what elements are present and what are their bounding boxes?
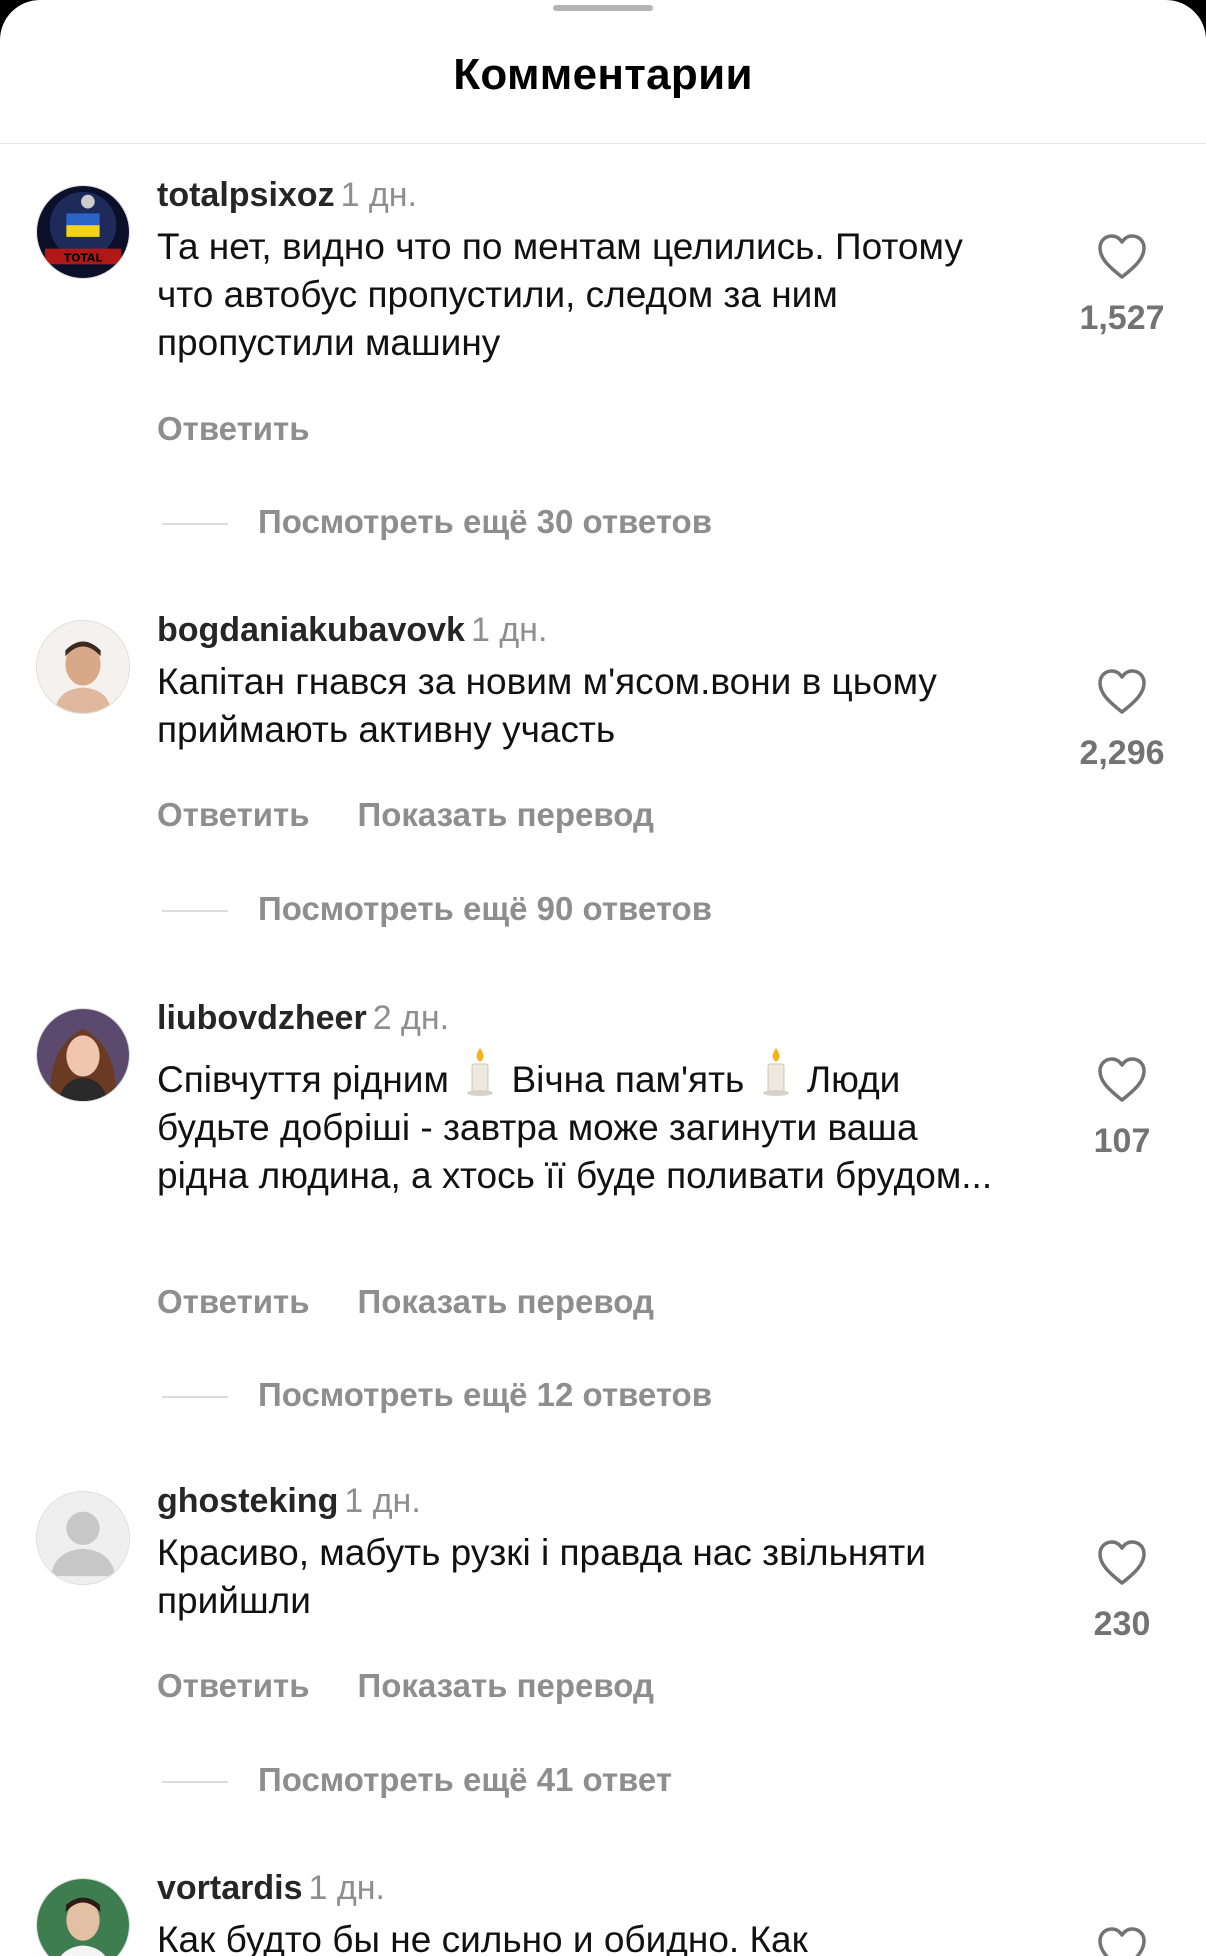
heart-icon[interactable] [1096,1926,1148,1956]
username[interactable]: liubovdzheer [157,999,367,1037]
view-replies-button[interactable]: Посмотреть ещё 41 ответ [162,1761,672,1799]
comments-sheet: Комментарии TOTAL totalpsixoz 1 дн. Та не… [0,0,1206,1956]
like-area: 2,296 [1062,668,1182,773]
view-replies-label: Посмотреть ещё 30 ответов [258,503,712,540]
heart-icon[interactable] [1096,668,1148,716]
translate-button[interactable]: Показать перевод [358,1283,654,1320]
avatar[interactable]: TOTAL [36,185,130,279]
comment-text: Співчуття рідним Вічна пам'ять Люди будь… [157,1046,1007,1200]
avatar[interactable] [36,1491,130,1585]
avatar[interactable] [36,1878,130,1956]
timestamp: 1 дн. [340,176,417,214]
view-replies-label: Посмотреть ещё 41 ответ [258,1761,672,1798]
comment-meta: bogdaniakubavovk 1 дн. [157,608,547,652]
replies-line [162,910,228,913]
comment-meta: ghosteking 1 дн. [157,1479,421,1523]
comment-meta: vortardis 1 дн. [157,1866,385,1910]
replies-line [162,1396,228,1399]
like-area: 107 [1062,1056,1182,1161]
replies-line [162,1781,228,1784]
candle-icon [467,1048,494,1096]
comment-meta: liubovdzheer 2 дн. [157,996,449,1040]
comment-actions: Ответить Показать перевод [157,1667,702,1705]
comment-text-part: Співчуття рідним [157,1059,449,1100]
replies-line [162,523,228,526]
comment-actions: Ответить Показать перевод [157,796,702,834]
like-count: 230 [1093,1605,1151,1643]
comment-actions: Ответить Показать перевод [157,1283,702,1321]
view-replies-button[interactable]: Посмотреть ещё 12 ответов [162,1376,712,1414]
candle-icon [762,1048,789,1096]
like-area: 230 [1062,1539,1182,1644]
heart-icon[interactable] [1096,1539,1148,1587]
timestamp: 1 дн. [470,611,548,649]
comment-text-part: Вічна пам'ять [511,1059,745,1100]
view-replies-label: Посмотреть ещё 12 ответов [258,1376,712,1413]
comment-actions: Ответить [157,410,358,448]
like-area: 1,527 [1062,233,1182,338]
comment-meta: totalpsixoz 1 дн. [157,173,417,217]
username[interactable]: ghosteking [157,1482,338,1520]
heart-icon[interactable] [1096,233,1148,281]
reply-button[interactable]: Ответить [157,1283,310,1320]
like-area [1062,1926,1182,1956]
like-count: 107 [1093,1122,1151,1160]
reply-button[interactable]: Ответить [157,1667,310,1704]
translate-button[interactable]: Показать перевод [358,796,654,833]
comment-text: Красиво, мабуть рузкі і правда нас звіль… [157,1532,926,1621]
view-replies-button[interactable]: Посмотреть ещё 90 ответов [162,890,712,928]
header-divider [0,143,1206,144]
view-replies-label: Посмотреть ещё 90 ответов [258,890,712,927]
username[interactable]: totalpsixoz [157,176,335,214]
heart-icon[interactable] [1096,1056,1148,1104]
avatar[interactable] [36,1008,130,1102]
like-count: 2,296 [1079,734,1165,772]
username[interactable]: vortardis [157,1869,303,1907]
timestamp: 1 дн. [308,1869,385,1907]
username[interactable]: bogdaniakubavovk [157,611,465,649]
timestamp: 1 дн. [344,1482,421,1520]
drag-handle[interactable] [553,5,653,11]
comment-text: Та нет, видно что по ментам целились. По… [157,226,963,363]
svg-text:TOTAL: TOTAL [64,251,102,264]
page-title: Комментарии [453,50,753,99]
view-replies-button[interactable]: Посмотреть ещё 30 ответов [162,503,712,541]
comment-text: Как будто бы не сильно и обидно. Как [157,1919,808,1956]
translate-button[interactable]: Показать перевод [358,1667,654,1704]
timestamp: 2 дн. [372,999,450,1037]
comment-text: Капітан гнався за новим м'ясом.вони в ць… [157,661,937,750]
like-count: 1,527 [1079,299,1165,337]
reply-button[interactable]: Ответить [157,410,310,447]
avatar[interactable] [36,620,130,714]
reply-button[interactable]: Ответить [157,796,310,833]
